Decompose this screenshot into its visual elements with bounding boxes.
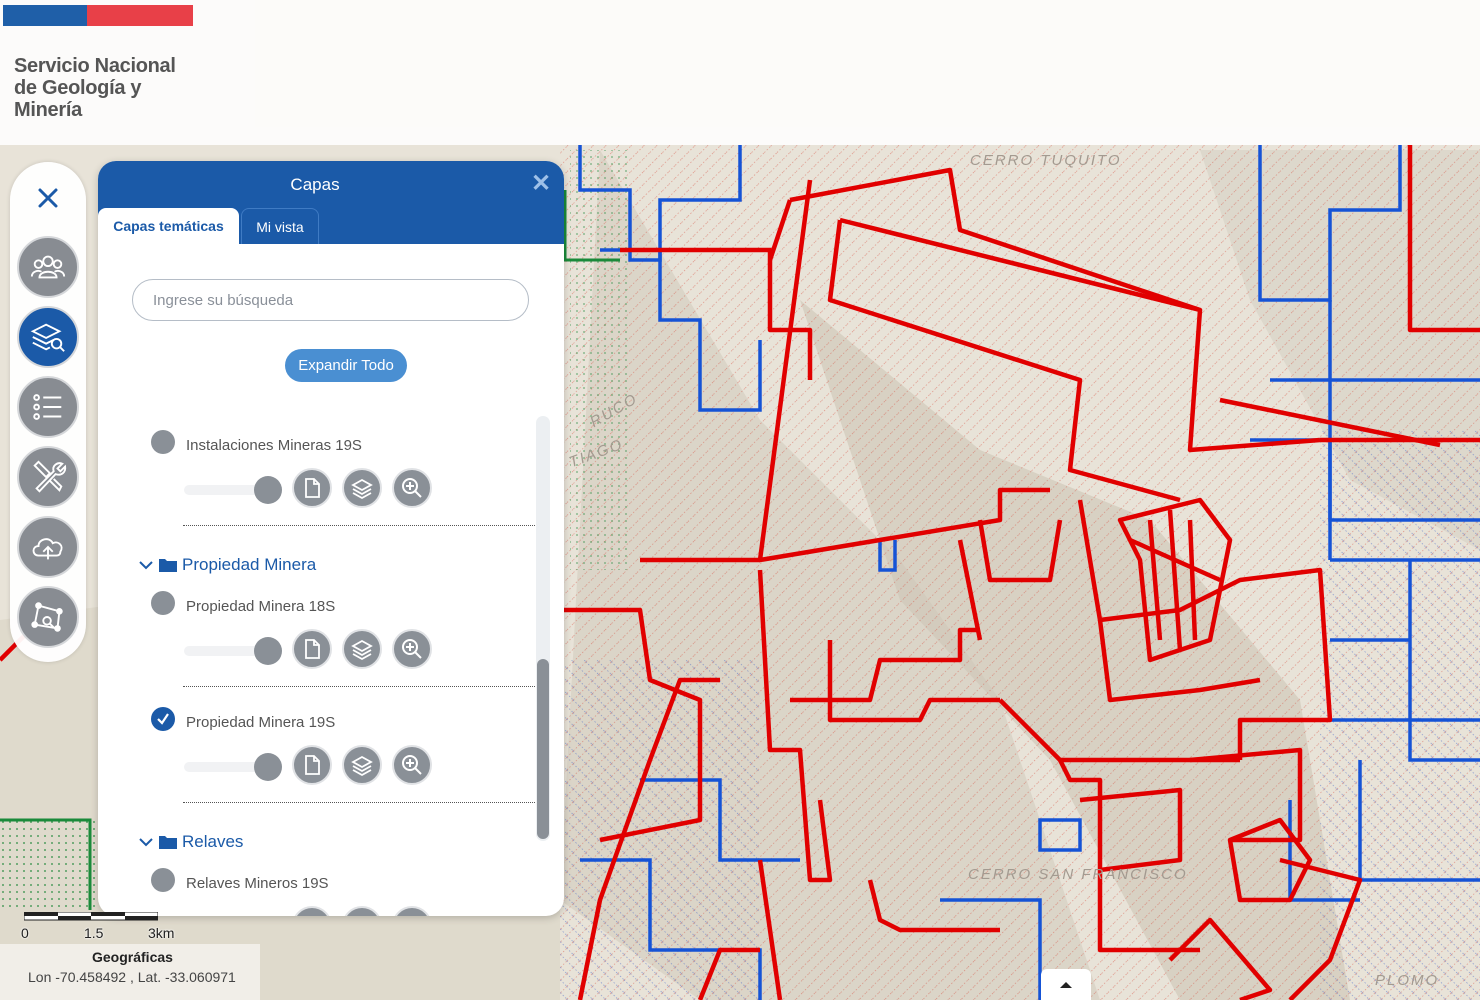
divider <box>183 525 535 526</box>
scale-tick-1-5: 1.5 <box>84 925 104 941</box>
cloud-upload-icon[interactable] <box>17 516 79 578</box>
chevron-down-icon <box>139 838 153 847</box>
coords-title: Geográficas <box>92 949 173 965</box>
group-label: Propiedad Minera <box>182 555 317 574</box>
close-icon[interactable] <box>32 182 64 214</box>
layers-icon[interactable] <box>342 745 382 785</box>
layer-name-relaves-19s: Relaves Mineros 19S <box>186 875 329 892</box>
logo-line-1: Servicio Nacional <box>14 55 176 77</box>
layer-name-propiedad-19s: Propiedad Minera 19S <box>186 714 336 731</box>
scale-tick-0: 0 <box>21 925 29 941</box>
header: Servicio Nacional de Geología y Minería <box>0 0 1480 145</box>
folder-icon <box>159 836 177 849</box>
tools-icon[interactable] <box>17 446 79 508</box>
layer-toggle-propiedad-19s[interactable] <box>151 707 175 731</box>
panel-close-icon[interactable]: ✕ <box>528 171 554 197</box>
panel-title: Capas <box>290 175 340 194</box>
search-input[interactable] <box>132 279 529 321</box>
map-label-plomo: PLOMO <box>1375 972 1440 989</box>
logo-line-3: Minería <box>14 99 82 121</box>
list-icon[interactable] <box>17 376 79 438</box>
tab-capas-tematicas[interactable]: Capas temáticas <box>98 208 239 244</box>
side-toolbar <box>10 162 86 662</box>
expand-up-button[interactable] <box>1041 969 1091 1000</box>
document-icon[interactable] <box>292 629 332 669</box>
logo[interactable]: Servicio Nacional de Geología y Minería <box>14 55 176 121</box>
polygon-search-icon[interactable] <box>17 586 79 648</box>
layers-panel: Capas ✕ Capas temáticas Mi vista Expandi… <box>98 161 564 916</box>
zoom-in-icon[interactable] <box>392 629 432 669</box>
zoom-in-icon[interactable] <box>392 906 432 916</box>
zoom-in-icon[interactable] <box>392 468 432 508</box>
scale-bar <box>24 912 158 921</box>
layer-toggle-relaves-19s[interactable] <box>151 868 175 892</box>
map-label-cerro-tuquito: CERRO TUQUITO <box>970 152 1122 169</box>
layers-icon[interactable] <box>342 629 382 669</box>
zoom-in-icon[interactable] <box>392 745 432 785</box>
chevron-down-icon <box>139 561 153 570</box>
flag-red-stripe <box>87 5 193 26</box>
divider <box>183 802 535 803</box>
folder-icon <box>159 559 177 572</box>
scale-tick-3km: 3km <box>148 925 175 941</box>
flag-blue-stripe <box>3 5 87 26</box>
divider <box>183 686 535 687</box>
layer-name-propiedad-18s: Propiedad Minera 18S <box>186 598 336 615</box>
caret-up-icon <box>1060 981 1072 988</box>
opacity-slider-knob[interactable] <box>254 637 282 665</box>
coords-readout: Lon -70.458492 , Lat. -33.060971 <box>28 969 236 985</box>
layer-toggle-instalaciones[interactable] <box>151 430 175 454</box>
panel-header: Capas ✕ Capas temáticas Mi vista <box>98 161 564 244</box>
group-relaves[interactable]: Relaves <box>138 832 243 852</box>
logo-line-2: de Geología y <box>14 77 142 99</box>
group-label: Relaves <box>182 832 244 851</box>
layer-name-instalaciones: Instalaciones Mineras 19S <box>186 437 362 454</box>
opacity-slider-knob[interactable] <box>254 476 282 504</box>
expand-all-button[interactable]: Expandir Todo <box>285 349 407 382</box>
document-icon[interactable] <box>292 745 332 785</box>
check-icon <box>157 713 169 725</box>
group-propiedad-minera[interactable]: Propiedad Minera <box>138 555 316 575</box>
users-icon[interactable] <box>17 236 79 298</box>
layers-icon[interactable] <box>342 468 382 508</box>
scrollbar-thumb[interactable] <box>537 659 549 839</box>
map-label-cerro-san-francisco: CERRO SAN FRANCISCO <box>968 866 1188 883</box>
layers-icon[interactable] <box>342 906 382 916</box>
tab-mi-vista[interactable]: Mi vista <box>241 208 319 244</box>
document-icon[interactable] <box>292 906 332 916</box>
document-icon[interactable] <box>292 468 332 508</box>
layers-search-icon[interactable] <box>17 306 79 368</box>
layer-toggle-propiedad-18s[interactable] <box>151 591 175 615</box>
opacity-slider-knob[interactable] <box>254 753 282 781</box>
